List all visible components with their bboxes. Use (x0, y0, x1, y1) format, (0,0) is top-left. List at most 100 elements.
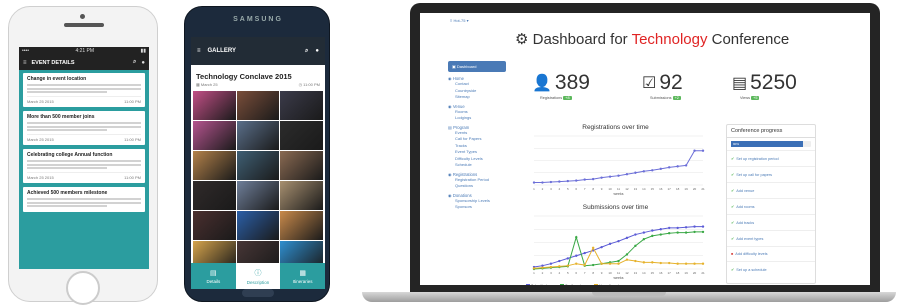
progress-task-label: Add venue (736, 189, 755, 193)
data-point (558, 265, 561, 268)
gallery-photo[interactable] (193, 91, 236, 120)
gallery-photo[interactable] (280, 121, 323, 150)
sidebar-item[interactable]: Lodgings (448, 115, 506, 122)
gallery-photo[interactable] (236, 91, 280, 120)
x-tick-label: 17 (668, 187, 672, 191)
stat-value-row: ☑ 92 (642, 71, 683, 95)
legend-label[interactable]: Unconfirmed (599, 284, 619, 285)
legend-label[interactable]: Submitted (531, 284, 547, 285)
search-icon[interactable]: ⌕ (305, 48, 308, 55)
x-tick-label: 4 (559, 271, 561, 275)
status-bar: •••• 4:21 PM ▮▮ (19, 47, 149, 55)
x-tick-label: 2 (542, 271, 544, 275)
progress-task[interactable]: ✔ Set up call for papers (727, 166, 815, 182)
event-card[interactable]: Achieved 500 members milestone (23, 187, 145, 212)
text-placeholder-line (27, 125, 141, 128)
text-placeholder-line (27, 160, 141, 162)
gallery-photo[interactable] (236, 151, 280, 180)
sidebar-item[interactable]: Questions (448, 183, 506, 190)
stat-registrations: 👤 389 Registrations +8 (532, 71, 590, 100)
progress-task-label: Add difficulty levels (735, 252, 768, 256)
event-card[interactable]: Change in event location March 25 2015 11:… (23, 73, 145, 107)
sidebar-item[interactable]: Sponsors (448, 204, 506, 211)
data-point (608, 175, 612, 178)
gallery-photo[interactable] (280, 181, 323, 210)
menu-icon[interactable]: ≡ (23, 60, 27, 66)
legend-label[interactable]: Confirmed (565, 284, 581, 285)
progress-title: Conference progress (727, 125, 815, 138)
gallery-photo[interactable] (193, 211, 236, 240)
gallery-photo[interactable] (236, 121, 280, 150)
carrier-signal: •••• (22, 48, 30, 54)
sidebar-item[interactable]: Schedule (448, 162, 506, 169)
data-point (659, 261, 662, 265)
gallery-photo[interactable] (193, 151, 236, 180)
gallery-photo[interactable] (193, 181, 236, 210)
gallery-photo[interactable] (236, 181, 280, 210)
x-tick-label: 8 (592, 187, 594, 191)
tab-description[interactable]: ⓘ Description (235, 263, 281, 289)
menu-icon[interactable]: ≡ (197, 48, 201, 54)
data-point (684, 164, 688, 167)
gallery-photo[interactable] (280, 211, 323, 240)
data-point (549, 265, 553, 269)
stat-value: 5250 (750, 71, 797, 94)
photo-grid (191, 91, 325, 270)
laptop-notch (592, 292, 666, 296)
data-point (575, 262, 578, 265)
gallery-photo[interactable] (193, 121, 236, 150)
speaker-grille (64, 23, 104, 27)
progress-task[interactable]: ✔ Set up registration period (727, 150, 815, 166)
top-nav[interactable]: ≡ Hot-75 ▾ (420, 13, 870, 29)
x-tick-label: 19 (684, 187, 688, 191)
progress-task[interactable]: ✔ Add rooms (727, 198, 815, 214)
x-tick-label: 14 (642, 187, 646, 191)
progress-task[interactable]: ✔ Add tracks (727, 214, 815, 230)
check-icon: ✔ (731, 221, 735, 225)
sidebar-item-dashboard[interactable]: ▣ Dashboard (448, 61, 506, 72)
progress-task[interactable]: ■ Add difficulty levels (727, 246, 815, 261)
samsung-screen: ≡ GALLERY ⌕ ● Technology Conclave 2015 ▦… (191, 37, 325, 289)
gallery-photo[interactable] (236, 211, 280, 240)
data-point (558, 180, 561, 183)
event-card[interactable]: Celebrating college Annual function March… (23, 149, 145, 183)
home-button[interactable] (66, 271, 100, 305)
progress-fill: 90% (731, 141, 803, 147)
check-icon: ✔ (731, 173, 735, 177)
user-icon[interactable]: ● (141, 60, 145, 66)
event-card[interactable]: More than 500 member joins March 25 2015 1… (23, 111, 145, 145)
gallery-photo[interactable] (280, 91, 323, 120)
stat-label-row: Submissions +2 (650, 96, 681, 100)
text-placeholder-line (27, 201, 141, 204)
tab-label: Description (246, 279, 270, 285)
x-tick-label: 6 (575, 187, 577, 191)
text-placeholder-line (27, 167, 107, 169)
tab-itineraries[interactable]: ▦ Itineraries (280, 263, 325, 289)
iphone-device: •••• 4:21 PM ▮▮ ≡ EVENT DETAILS ⌕ ● Chan… (8, 6, 158, 305)
x-tick-label: 9 (601, 271, 603, 275)
search-icon[interactable]: ⌕ (133, 59, 136, 66)
battery-icon: ▮▮ (140, 48, 146, 54)
home-button[interactable] (242, 289, 274, 297)
gallery-photo[interactable] (280, 151, 323, 180)
tab-details[interactable]: ▤ Details (191, 263, 236, 289)
stat-value-row: 👤 389 (532, 71, 590, 95)
progress-task[interactable]: ✔ Set up a schedule (727, 261, 815, 277)
x-tick-label: 7 (584, 271, 586, 275)
progress-task-label: Set up registration period (736, 157, 779, 161)
app-bar: ≡ GALLERY ⌕ ● (191, 37, 325, 65)
data-point (575, 179, 578, 182)
data-point (558, 259, 561, 263)
data-point (684, 231, 688, 234)
progress-task[interactable]: ✔ Add event types (727, 230, 815, 246)
album-time: ◷ 11:00 PM (298, 82, 320, 87)
text-placeholder-line (27, 91, 107, 93)
sidebar-item[interactable]: Sitemap (448, 94, 506, 101)
checkbox-icon: ☑ (642, 75, 657, 92)
conference-progress-panel: Conference progress 90% ✔ Set up registra… (726, 124, 816, 284)
check-icon: ✔ (731, 189, 735, 193)
user-icon[interactable]: ● (315, 48, 319, 54)
progress-task[interactable]: ✔ Add venue (727, 182, 815, 198)
progress-bar: 90% (731, 141, 811, 147)
check-icon: ✔ (731, 157, 735, 161)
